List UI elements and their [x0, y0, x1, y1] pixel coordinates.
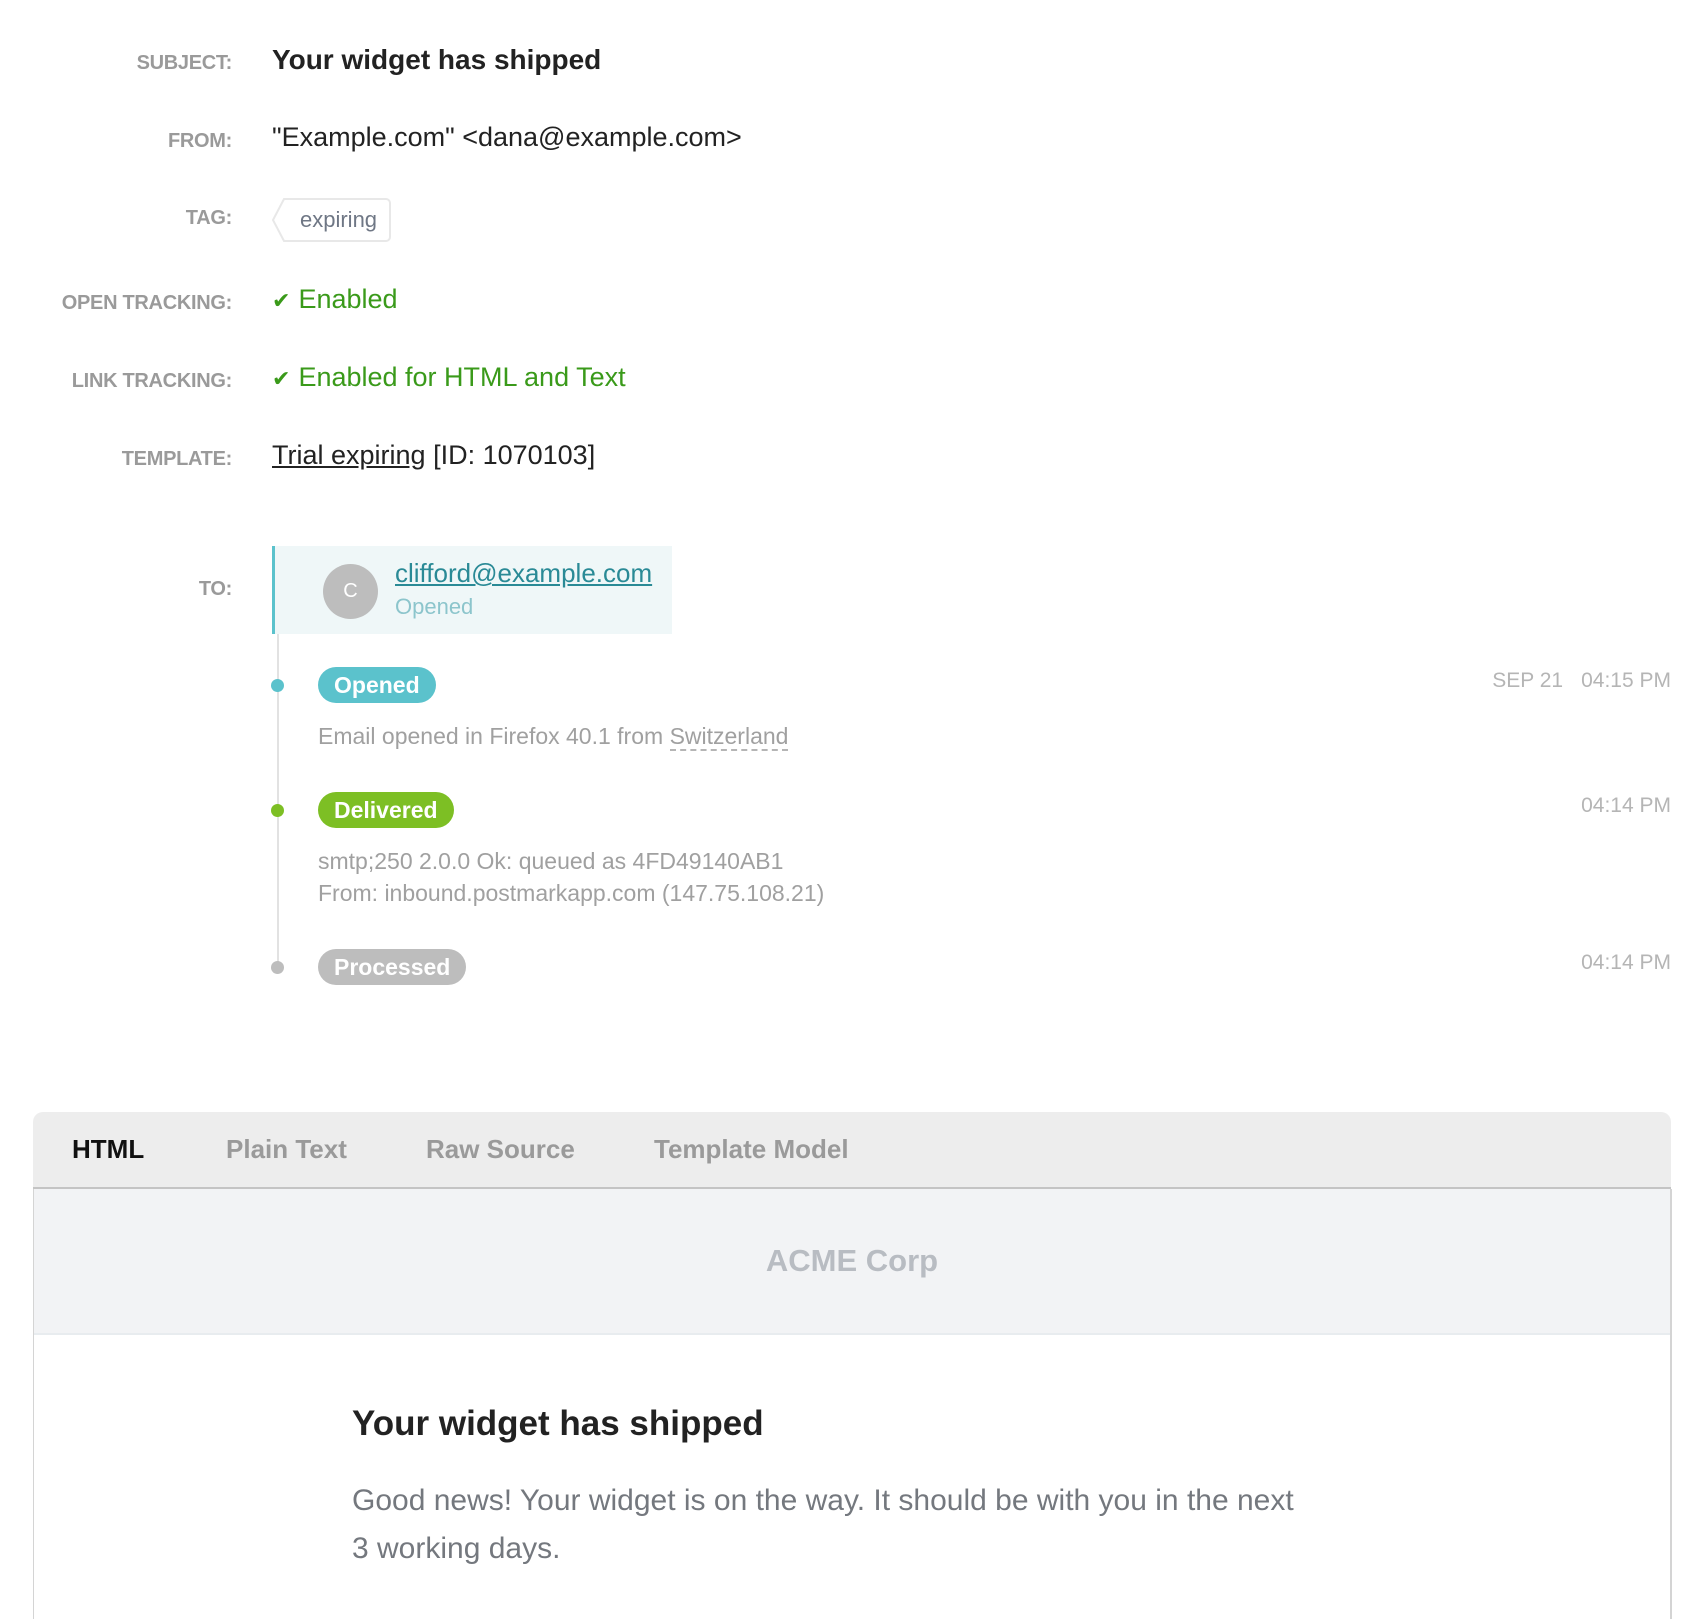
event-time: 04:15 PM [1581, 669, 1671, 692]
template-link[interactable]: Trial expiring [272, 440, 426, 470]
event-text: From: inbound.postmarkapp.com (147.75.10… [318, 880, 825, 906]
recipient-card[interactable]: C clifford@example.com Opened [272, 546, 672, 634]
event-date: SEP 21 [1492, 669, 1564, 692]
subject-value: Your widget has shipped [272, 44, 602, 75]
event-text: Email opened in Firefox 40.1 from [318, 723, 670, 749]
tab-raw-source[interactable]: Raw Source [426, 1112, 575, 1187]
subject-label: SUBJECT: [136, 52, 233, 74]
open-tracking-label: OPEN TRACKING: [61, 292, 233, 314]
content-panel: HTML Plain Text Raw Source Template Mode… [33, 1112, 1672, 1619]
link-tracking-text: Enabled for HTML and Text [298, 362, 626, 392]
link-tracking-value: ✔ Enabled for HTML and Text [272, 362, 626, 393]
timeline-dot [271, 679, 284, 692]
email-preview: ACME Corp Your widget has shipped Good n… [33, 1189, 1672, 1619]
event-timestamp: 04:14 PM [1563, 794, 1671, 818]
recipient-email-link[interactable]: clifford@example.com [395, 558, 652, 589]
event-badge-opened: Opened [318, 667, 436, 703]
link-tracking-label: LINK TRACKING: [71, 370, 233, 392]
check-icon: ✔ [272, 366, 291, 391]
email-title: Your widget has shipped [352, 1404, 764, 1443]
tab-html[interactable]: HTML [72, 1112, 144, 1187]
event-description: smtp;250 2.0.0 Ok: queued as 4FD49140AB1… [318, 845, 824, 909]
location-link[interactable]: Switzerland [669, 723, 789, 751]
open-tracking-value: ✔ Enabled [272, 284, 398, 315]
tab-template-model[interactable]: Template Model [654, 1112, 849, 1187]
brand-name: ACME Corp [765, 1243, 939, 1278]
event-badge-processed: Processed [318, 949, 467, 985]
event-time: 04:14 PM [1581, 794, 1671, 817]
email-header: ACME Corp [34, 1189, 1670, 1335]
event-text: smtp;250 2.0.0 Ok: queued as 4FD49140AB1 [318, 848, 784, 874]
content-tabs: HTML Plain Text Raw Source Template Mode… [33, 1112, 1671, 1189]
timeline-dot [271, 804, 284, 817]
tag-text: expiring [292, 198, 392, 242]
from-label: FROM: [167, 130, 232, 152]
template-label: TEMPLATE: [121, 448, 233, 470]
event-timestamp: 04:14 PM [1563, 951, 1671, 975]
template-value: Trial expiring [ID: 1070103] [272, 440, 595, 471]
template-id: [ID: 1070103] [433, 440, 596, 470]
event-time: 04:14 PM [1581, 951, 1671, 974]
check-icon: ✔ [272, 288, 291, 313]
event-description: Email opened in Firefox 40.1 from Switze… [318, 720, 789, 752]
event-badge-delivered: Delivered [318, 792, 454, 828]
to-label: TO: [198, 578, 232, 600]
event-timestamp: SEP 21 04:15 PM [1474, 669, 1671, 693]
tab-plain-text[interactable]: Plain Text [226, 1112, 347, 1187]
timeline-dot [271, 961, 284, 974]
tag-label: TAG: [185, 207, 233, 229]
recipient-status: Opened [395, 594, 474, 619]
email-body: Good news! Your widget is on the way. It… [352, 1484, 1294, 1565]
open-tracking-text: Enabled [298, 284, 398, 314]
avatar: C [323, 564, 378, 619]
from-value: "Example.com" <dana@example.com> [272, 122, 742, 152]
